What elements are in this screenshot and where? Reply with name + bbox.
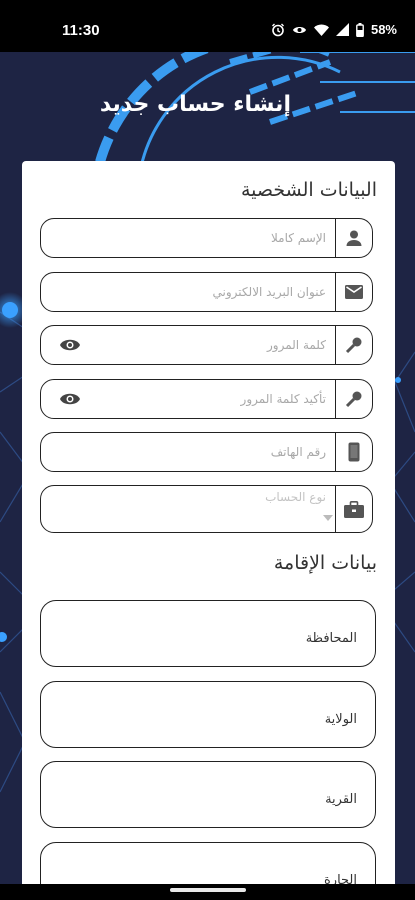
person-icon xyxy=(335,219,372,257)
mail-icon xyxy=(335,273,372,311)
battery-icon xyxy=(356,22,364,37)
status-bar: 11:30 58% xyxy=(0,0,415,52)
confirm-password-field[interactable]: تأكيد كلمة المرور xyxy=(40,379,373,419)
password-placeholder: كلمة المرور xyxy=(266,338,326,352)
page-title: إنشاء حساب جديد xyxy=(99,92,291,117)
village-field[interactable]: القرية xyxy=(40,761,376,828)
account-type-select[interactable]: نوع الحساب xyxy=(40,485,373,533)
status-time: 11:30 xyxy=(62,22,100,39)
status-icons: 58% xyxy=(271,22,397,37)
key-icon xyxy=(335,326,372,364)
alarm-icon xyxy=(271,23,285,37)
eye-icon xyxy=(292,24,307,36)
wifi-icon xyxy=(313,24,329,36)
section-title-personal: البيانات الشخصية xyxy=(240,179,377,201)
battery-percent: 58% xyxy=(370,22,397,37)
full-name-placeholder: الإسم كاملا xyxy=(271,231,326,245)
phone-field[interactable]: رقم الهاتف xyxy=(40,432,373,472)
key-icon xyxy=(335,380,372,418)
state-field[interactable]: الولاية xyxy=(40,681,376,748)
full-name-field[interactable]: الإسم كاملا xyxy=(40,218,373,258)
show-confirm-password-eye-icon[interactable] xyxy=(59,380,81,418)
briefcase-icon xyxy=(335,486,372,532)
account-type-placeholder: نوع الحساب xyxy=(265,490,326,504)
village-label: القرية xyxy=(325,792,357,807)
governorate-label: المحافظة xyxy=(305,631,357,646)
email-placeholder: عنوان البريد الالكتروني xyxy=(212,285,326,299)
phone-icon xyxy=(335,433,372,471)
password-field[interactable]: كلمة المرور xyxy=(40,325,373,365)
chevron-down-icon xyxy=(323,515,333,521)
confirm-password-placeholder: تأكيد كلمة المرور xyxy=(240,392,326,406)
home-gesture-handle[interactable] xyxy=(170,888,246,892)
registration-form-card: البيانات الشخصية الإسم كاملا عنوان البري… xyxy=(22,161,395,891)
section-title-residence: بيانات الإقامة xyxy=(273,552,377,574)
state-label: الولاية xyxy=(324,712,357,727)
phone-placeholder: رقم الهاتف xyxy=(270,445,326,459)
system-navigation-bar xyxy=(0,884,415,900)
governorate-field[interactable]: المحافظة xyxy=(40,600,376,667)
email-field[interactable]: عنوان البريد الالكتروني xyxy=(40,272,373,312)
show-password-eye-icon[interactable] xyxy=(59,326,81,364)
signal-icon xyxy=(335,23,349,36)
